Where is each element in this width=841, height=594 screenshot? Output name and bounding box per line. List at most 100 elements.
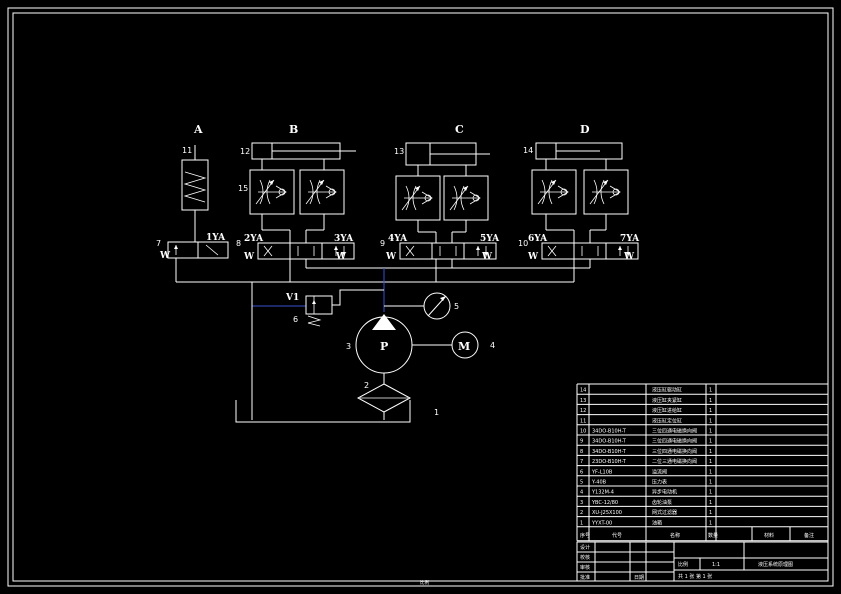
parts-row-no: 10: [580, 429, 586, 435]
svg-text:7: 7: [156, 239, 161, 248]
parts-row-name: 三位四通电磁换向阀: [652, 438, 697, 445]
parts-row-name: 压力表: [652, 479, 667, 486]
valve-7: 7 W 1YA: [156, 225, 229, 282]
parts-row-qty: 1: [709, 429, 712, 435]
parts-row-qty: 1: [709, 449, 712, 455]
svg-text:4YA: 4YA: [388, 234, 408, 244]
valve-9: 9 4YA 5YA W W: [380, 234, 500, 282]
svg-text:5: 5: [454, 302, 459, 311]
parts-row-name: 液压缸夹紧缸: [652, 397, 682, 404]
parts-row-name: 油箱: [652, 519, 662, 526]
cylinder-12: 12: [240, 142, 356, 170]
throttle-pair-c: [395, 175, 489, 243]
parts-row-qty: 1: [709, 480, 712, 486]
throttle-pair-b: 15: [238, 169, 345, 243]
svg-text:W: W: [481, 252, 493, 262]
parts-row-qty: 1: [709, 459, 712, 465]
parts-row-no: 7: [580, 459, 583, 465]
svg-text:W: W: [623, 252, 635, 262]
parts-row-no: 14: [580, 388, 586, 394]
parts-row-no: 9: [580, 439, 583, 445]
svg-text:1: 1: [434, 408, 439, 417]
svg-text:日期: 日期: [634, 575, 644, 581]
parts-header-cell: 数量: [708, 532, 718, 539]
parts-row-code: 34DO-B10H-T: [592, 429, 627, 435]
parts-row-name: 液压缸驱动缸: [652, 387, 682, 394]
valve-8: 8 2YA 3YA W W: [236, 234, 355, 282]
parts-header-cell: 备注: [804, 532, 814, 539]
parts-row-no: 13: [580, 398, 586, 404]
svg-text:9: 9: [380, 239, 385, 248]
parts-row-qty: 1: [709, 388, 712, 394]
parts-row-no: 6: [580, 469, 583, 475]
title-block: 设计 校核 审核 批准 日期 比例 1:1 液压系统原理图 共 1 张 第 1 …: [576, 541, 829, 582]
svg-text:4: 4: [490, 341, 495, 350]
parts-row-qty: 1: [709, 510, 712, 516]
parts-row-name: 异步电动机: [652, 489, 677, 496]
svg-text:M: M: [458, 340, 470, 353]
relief-valve-6: V1 6: [285, 289, 384, 327]
svg-text:8: 8: [236, 239, 241, 248]
parts-header-cell: 代号: [612, 532, 622, 539]
motor-4: M 4: [451, 331, 495, 359]
parts-row-no: 3: [580, 500, 583, 506]
parts-row-name: 液压缸定位缸: [652, 417, 682, 424]
filter-2: 2: [356, 373, 412, 420]
section-label-d: D: [580, 123, 590, 136]
parts-row-qty: 1: [709, 418, 712, 424]
parts-row-qty: 1: [709, 490, 712, 496]
svg-text:W: W: [159, 251, 171, 261]
parts-row-no: 4: [580, 490, 583, 496]
parts-row-code: YYXT-00: [591, 520, 612, 526]
parts-row-no: 8: [580, 449, 583, 455]
section-label-c: C: [455, 123, 464, 136]
throttle-pair-d: [531, 169, 629, 243]
parts-row-code: Y132M-4: [591, 490, 614, 496]
parts-row-code: XU-J25X100: [592, 510, 622, 516]
svg-text:5YA: 5YA: [480, 234, 500, 244]
svg-text:2: 2: [364, 381, 369, 390]
svg-text:13: 13: [394, 147, 404, 156]
svg-text:7YA: 7YA: [620, 234, 640, 244]
parts-row-name: 三位四通电磁换向阀: [652, 448, 697, 455]
parts-row-code: 34DO-B10H-T: [592, 449, 627, 455]
tank-1: 1: [235, 400, 439, 423]
parts-row-qty: 1: [709, 408, 712, 414]
svg-text:批准: 批准: [580, 574, 590, 581]
svg-text:比例: 比例: [678, 561, 688, 568]
parts-header-cell: 名称: [670, 532, 680, 539]
parts-header-cell: 序号: [580, 532, 590, 539]
hydraulic-schematic-drawing: A B C D 11 7 W 1YA 12 15 8 2YA 3YA W W 1…: [7, 7, 834, 587]
section-label-b: B: [289, 123, 298, 136]
svg-text:审核: 审核: [580, 564, 590, 571]
svg-text:1:1: 1:1: [712, 562, 720, 568]
svg-text:3YA: 3YA: [334, 234, 354, 244]
parts-header-cell: 材料: [764, 532, 774, 539]
parts-row-name: 溢流阀: [652, 468, 667, 475]
parts-row-qty: 1: [709, 520, 712, 526]
bottom-center-caption: 比例: [420, 579, 429, 586]
svg-text:11: 11: [182, 146, 192, 155]
svg-text:10: 10: [518, 239, 528, 248]
valve-10: 10 6YA 7YA W W: [518, 234, 640, 282]
parts-row-code: YF-L10B: [591, 469, 613, 475]
svg-text:W: W: [527, 252, 539, 262]
parts-row-name: 齿轮油泵: [652, 499, 672, 506]
pump-3: P 3: [346, 314, 452, 374]
svg-text:W: W: [335, 252, 347, 262]
svg-text:设计: 设计: [580, 544, 590, 551]
cylinder-13: 13: [394, 142, 490, 176]
parts-row-no: 12: [580, 408, 586, 414]
svg-text:V1: V1: [285, 293, 299, 303]
parts-row-no: 2: [580, 510, 583, 516]
parts-row-name: 网式过滤器: [652, 509, 677, 516]
parts-row-no: 1: [580, 520, 583, 526]
pressure-gauge-5: 5: [384, 292, 459, 320]
cylinder-11: 11: [181, 145, 209, 225]
parts-row-name: 二位三通电磁换向阀: [652, 458, 697, 465]
parts-row-qty: 1: [709, 469, 712, 475]
parts-row-code: Y-40B: [591, 480, 607, 486]
svg-text:1YA: 1YA: [206, 233, 226, 243]
parts-row-name: 三位四通电磁换向阀: [652, 428, 697, 435]
svg-text:14: 14: [523, 146, 533, 155]
